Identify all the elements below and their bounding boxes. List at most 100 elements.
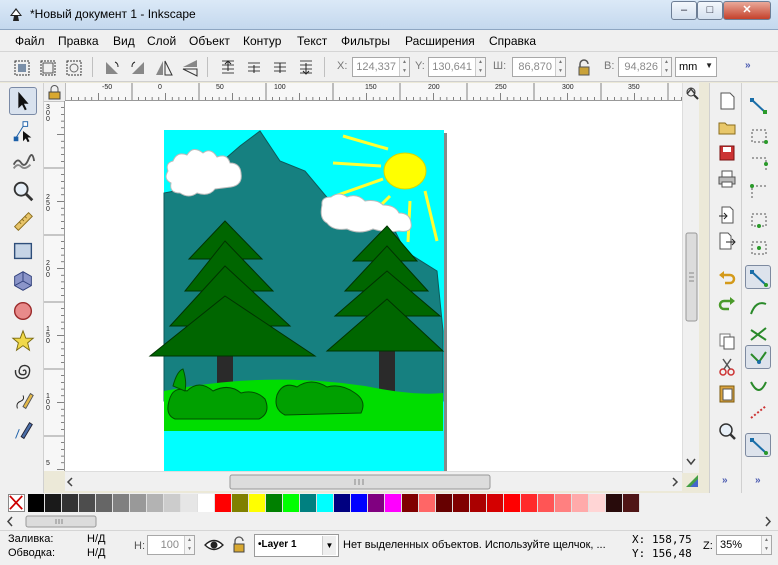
drawing-canvas[interactable]	[65, 101, 682, 471]
color-swatch[interactable]	[623, 494, 640, 512]
color-swatch[interactable]	[436, 494, 453, 512]
snap-line-midpoints-icon[interactable]	[745, 399, 771, 423]
node-tool-icon[interactable]	[9, 117, 37, 145]
menu-edit[interactable]: Правка	[58, 34, 99, 48]
color-swatch[interactable]	[164, 494, 181, 512]
menu-view[interactable]: Вид	[113, 34, 135, 48]
close-button[interactable]: ✕	[723, 1, 771, 20]
snap-paths-icon[interactable]	[745, 295, 771, 319]
toolbar-overflow-icon[interactable]: »	[745, 60, 751, 71]
open-folder-icon[interactable]	[715, 115, 737, 137]
deselect-icon[interactable]	[62, 56, 84, 78]
opacity-spinner-icon[interactable]: ▲ ▼	[184, 536, 194, 554]
lock-proportions-icon[interactable]	[572, 56, 594, 78]
menu-file[interactable]: Файл	[15, 34, 45, 48]
no-paint-swatch-icon[interactable]	[8, 494, 25, 512]
color-swatch[interactable]	[504, 494, 521, 512]
color-swatch[interactable]	[589, 494, 606, 512]
palette-scrollbar[interactable]	[0, 513, 778, 530]
height-spinner-icon[interactable]: ▲ ▼	[661, 58, 671, 76]
color-swatch[interactable]	[419, 494, 436, 512]
rotate-ccw-icon[interactable]	[100, 56, 122, 78]
select-all-layers-icon[interactable]	[36, 56, 58, 78]
rotate-cw-icon[interactable]	[126, 56, 148, 78]
color-swatch[interactable]	[96, 494, 113, 512]
menu-extensions[interactable]: Расширения	[405, 34, 475, 48]
fill-value[interactable]: Н/Д	[87, 533, 105, 545]
flip-vertical-icon[interactable]	[178, 56, 200, 78]
color-swatch[interactable]	[538, 494, 555, 512]
stroke-value[interactable]: Н/Д	[87, 547, 105, 559]
color-swatch[interactable]	[555, 494, 572, 512]
rectangle-tool-icon[interactable]	[9, 237, 37, 265]
horizontal-ruler[interactable]: -50 0 50 100 150 200 250 300 350	[65, 83, 682, 101]
color-swatch[interactable]	[606, 494, 623, 512]
zoom-spinner-icon[interactable]: ▲ ▼	[761, 536, 771, 554]
copy-icon[interactable]	[715, 329, 737, 351]
width-spinner-icon[interactable]: ▲ ▼	[555, 58, 565, 76]
menu-help[interactable]: Справка	[489, 34, 536, 48]
menu-layer[interactable]: Слой	[147, 34, 176, 48]
vertical-scrollbar[interactable]	[682, 83, 699, 473]
menu-object[interactable]: Объект	[189, 34, 230, 48]
import-icon[interactable]	[715, 203, 737, 225]
color-swatch[interactable]	[198, 494, 215, 512]
select-all-icon[interactable]	[10, 56, 32, 78]
layer-lock-icon[interactable]	[231, 536, 247, 554]
undo-icon[interactable]	[715, 265, 737, 287]
export-icon[interactable]	[715, 229, 737, 251]
layer-select[interactable]: •Layer 1 ▼	[254, 534, 339, 557]
color-swatch[interactable]	[181, 494, 198, 512]
color-swatch[interactable]	[28, 494, 45, 512]
zoom-fit-icon[interactable]	[684, 86, 700, 100]
color-swatch[interactable]	[351, 494, 368, 512]
minimize-button[interactable]: –	[671, 1, 697, 20]
raise-icon[interactable]	[242, 56, 264, 78]
snap-bbox-edge-icon[interactable]	[745, 151, 771, 175]
height-field[interactable]: 94,826 ▲ ▼	[618, 57, 672, 77]
ellipse-tool-icon[interactable]	[9, 297, 37, 325]
color-swatch[interactable]	[334, 494, 351, 512]
lower-icon[interactable]	[268, 56, 290, 78]
color-swatch[interactable]	[487, 494, 504, 512]
color-swatch[interactable]	[45, 494, 62, 512]
color-swatch[interactable]	[62, 494, 79, 512]
color-swatch[interactable]	[402, 494, 419, 512]
menu-path[interactable]: Контур	[243, 34, 281, 48]
width-field[interactable]: 86,870 ▲ ▼	[512, 57, 566, 77]
raise-to-top-icon[interactable]	[216, 56, 238, 78]
color-swatch[interactable]	[470, 494, 487, 512]
pen-tool-icon[interactable]	[9, 417, 37, 445]
snap-bbox-midpoint-icon[interactable]	[745, 207, 771, 231]
color-swatch[interactable]	[453, 494, 470, 512]
snap-overflow-icon[interactable]: »	[755, 475, 761, 486]
maximize-button[interactable]: □	[697, 1, 723, 20]
menu-text[interactable]: Текст	[297, 34, 327, 48]
pencil-tool-icon[interactable]	[9, 387, 37, 415]
color-swatch[interactable]	[572, 494, 589, 512]
color-swatch[interactable]	[283, 494, 300, 512]
y-spinner-icon[interactable]: ▲ ▼	[475, 58, 485, 76]
color-swatch[interactable]	[147, 494, 164, 512]
ruler-corner-lock-icon[interactable]	[44, 83, 65, 101]
color-swatch[interactable]	[300, 494, 317, 512]
lower-to-bottom-icon[interactable]	[294, 56, 316, 78]
zoom-selection-icon[interactable]	[715, 419, 737, 441]
snap-bbox-center-icon[interactable]	[745, 235, 771, 259]
paste-icon[interactable]	[715, 381, 737, 403]
snap-bbox-icon[interactable]	[745, 123, 771, 147]
color-swatch[interactable]	[368, 494, 385, 512]
snap-cusp-nodes-icon[interactable]	[745, 345, 771, 369]
horizontal-scrollbar[interactable]	[65, 471, 682, 491]
color-swatch[interactable]	[113, 494, 130, 512]
measure-tool-icon[interactable]	[9, 207, 37, 235]
redo-icon[interactable]	[715, 291, 737, 313]
star-tool-icon[interactable]	[9, 327, 37, 355]
save-icon[interactable]	[715, 141, 737, 163]
snap-intersections-icon[interactable]	[745, 321, 771, 345]
color-swatch[interactable]	[130, 494, 147, 512]
color-swatch[interactable]	[266, 494, 283, 512]
eye-visibility-icon[interactable]	[204, 537, 224, 553]
color-manage-icon[interactable]	[684, 473, 700, 489]
unit-select[interactable]: mm ▼	[675, 57, 717, 77]
